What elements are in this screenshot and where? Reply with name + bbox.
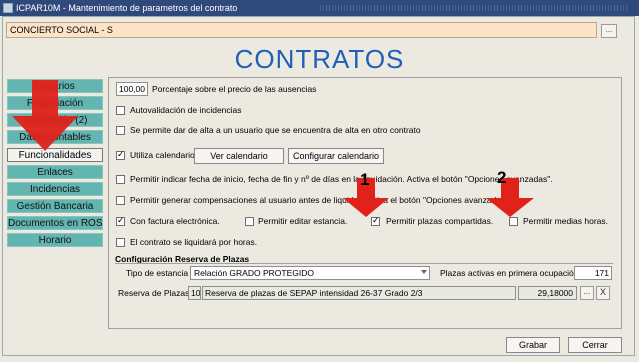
allow-compensations-checkbox[interactable]: [116, 196, 125, 205]
allow-registration-label: Se permite dar de alta a un usuario que …: [130, 125, 421, 135]
annotation-number-1: 1: [360, 170, 370, 189]
electronic-invoice-label: Con factura electrónica.: [130, 216, 220, 226]
stay-type-select[interactable]: Relación GRADO PROTEGIDO: [190, 266, 430, 280]
shared-places-checkbox[interactable]: [371, 215, 380, 226]
use-calendar-checkbox[interactable]: [116, 149, 125, 160]
hourly-settlement-label: El contrato se liquidará por horas.: [130, 237, 258, 247]
page-title: CONTRATOS: [234, 44, 405, 74]
active-places-input[interactable]: 171: [574, 266, 612, 280]
window-title: ICPAR10M - Mantenimiento de parametros d…: [16, 3, 238, 13]
configure-calendar-button[interactable]: Configurar calendario: [288, 148, 384, 164]
stay-type-value: Relación GRADO PROTEGIDO: [194, 268, 314, 278]
hourly-settlement-checkbox[interactable]: [116, 238, 125, 247]
allow-registration-checkbox[interactable]: [116, 126, 125, 135]
save-button[interactable]: Grabar: [506, 337, 560, 353]
reserve-code-field[interactable]: 10: [188, 286, 201, 300]
electronic-invoice-checkbox[interactable]: [116, 215, 125, 226]
percentage-label: Porcentaje sobre el precio de las ausenc…: [152, 84, 317, 94]
close-button[interactable]: Cerrar: [568, 337, 622, 353]
half-hours-checkbox[interactable]: [509, 217, 518, 226]
reserve-clear-button[interactable]: X: [596, 286, 610, 300]
stay-type-label: Tipo de estancia: [126, 268, 189, 278]
allow-dates-checkbox[interactable]: [116, 175, 125, 184]
contract-field[interactable]: CONCIERTO SOCIAL - S: [6, 22, 597, 38]
reserve-lookup-button[interactable]: ...: [580, 286, 594, 300]
view-calendar-button[interactable]: Ver calendario: [194, 148, 284, 164]
auto-validation-checkbox[interactable]: [116, 106, 125, 115]
reserve-amount-field: 29,18000: [518, 286, 577, 300]
active-places-label: Plazas activas en primera ocupación: [440, 268, 579, 278]
arrow-down-icon: [12, 80, 78, 151]
shared-places-label: Permitir plazas compartidas.: [386, 216, 494, 226]
reserve-label: Reserva de Plazas: [118, 288, 190, 298]
nav-horario[interactable]: Horario: [7, 233, 103, 247]
titlebar-stripes: [320, 5, 629, 11]
contract-lookup-button[interactable]: ...: [601, 24, 617, 38]
reserve-description-field[interactable]: Reserva de plazas de SEPAP intensidad 26…: [202, 286, 516, 300]
nav-incidencias[interactable]: Incidencias: [7, 182, 103, 196]
use-calendar-label: Utiliza calendario: [130, 150, 195, 160]
nav-enlaces[interactable]: Enlaces: [7, 165, 103, 179]
nav-gestion-bancaria[interactable]: Gestión Bancaria: [7, 199, 103, 213]
annotation-number-2: 2: [497, 168, 507, 187]
auto-validation-label: Autovalidación de incidencias: [130, 105, 242, 115]
window-titlebar: ICPAR10M - Mantenimiento de parametros d…: [0, 0, 639, 16]
reserve-divider: [115, 263, 613, 264]
chevron-down-icon: [421, 270, 427, 274]
window-app-icon: [3, 3, 13, 13]
nav-documentos-rosa[interactable]: Documentos en ROSA: [7, 216, 103, 230]
arrow-down-icon: [486, 178, 534, 217]
edit-stay-checkbox[interactable]: [245, 217, 254, 226]
edit-stay-label: Permitir editar estancia.: [258, 216, 348, 226]
percentage-input[interactable]: 100,00: [116, 82, 148, 96]
